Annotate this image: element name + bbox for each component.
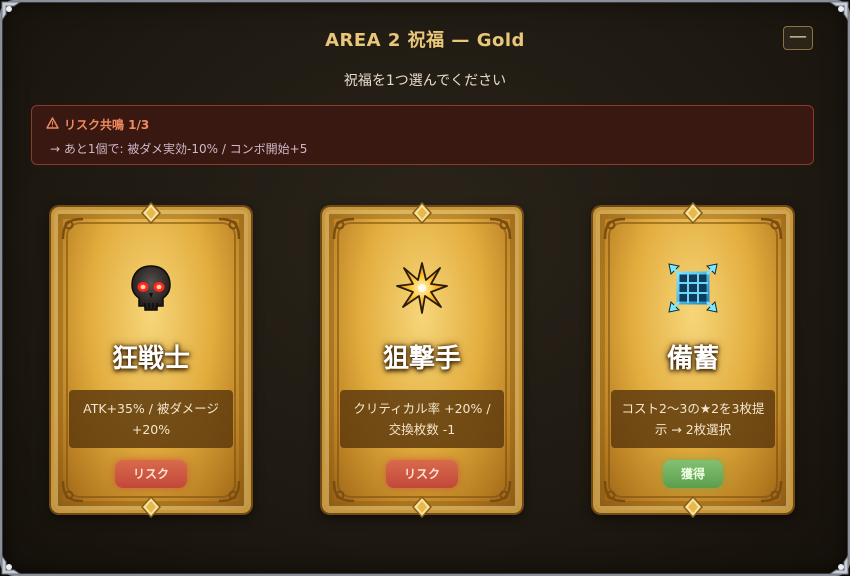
curl-ornament (758, 478, 784, 504)
skull-icon (123, 260, 179, 316)
gem-ornament (682, 202, 704, 224)
gem-ornament (411, 496, 433, 518)
card-description: コスト2〜3の★2を3枚提示 → 2枚選択 (611, 390, 775, 448)
curl-ornament (60, 216, 86, 242)
card-description: クリティカル率 +20% / 交換枚数 -1 (340, 390, 504, 448)
curl-ornament (602, 478, 628, 504)
curl-ornament (216, 478, 242, 504)
gain-badge: 獲得 (663, 460, 723, 488)
risk-resonance-title: リスク共鳴 1/3 (64, 118, 150, 132)
gem-ornament (140, 202, 162, 224)
instruction-text: 祝福を1つ選んでください (343, 73, 507, 89)
curl-ornament (331, 478, 357, 504)
curl-ornament (216, 216, 242, 242)
gem-ornament (411, 202, 433, 224)
starburst-icon (394, 260, 450, 316)
curl-ornament (487, 478, 513, 504)
card-description: ATK+35% / 被ダメージ +20% (69, 390, 233, 448)
curl-ornament (602, 216, 628, 242)
warning-icon (46, 117, 59, 132)
gem-ornament (140, 496, 162, 518)
expand-grid-icon (665, 260, 721, 316)
minimize-button[interactable]: — (783, 26, 813, 50)
card-name: 狂戦士 (111, 344, 190, 374)
gem-ornament (682, 496, 704, 518)
curl-ornament (487, 216, 513, 242)
risk-badge: リスク (386, 460, 458, 488)
risk-resonance-header: リスク共鳴 1/3 (46, 116, 799, 133)
card-name: 狙撃手 (382, 344, 461, 374)
risk-badge: リスク (115, 460, 187, 488)
curl-ornament (758, 216, 784, 242)
blessing-dialog: AREA 2 祝福 — Gold — 祝福を1つ選んでください リスク共鳴 1/… (0, 0, 850, 576)
risk-resonance-detail: → あと1個で: 被ダメ実効-10% / コンボ開始+5 (50, 142, 308, 156)
blessing-card-berserker[interactable]: 狂戦士 ATK+35% / 被ダメージ +20% リスク (51, 202, 251, 518)
blessing-card-stockpile[interactable]: 備蓄 コスト2〜3の★2を3枚提示 → 2枚選択 獲得 (593, 202, 793, 518)
card-name: 備蓄 (666, 344, 719, 374)
corner-ornament (816, 542, 850, 576)
curl-ornament (331, 216, 357, 242)
corner-ornament (0, 542, 34, 576)
risk-resonance-box: リスク共鳴 1/3 → あと1個で: 被ダメ実効-10% / コンボ開始+5 (31, 105, 814, 165)
dialog-title: AREA 2 祝福 — Gold (325, 30, 525, 51)
curl-ornament (60, 478, 86, 504)
blessing-card-sniper[interactable]: 狙撃手 クリティカル率 +20% / 交換枚数 -1 リスク (322, 202, 522, 518)
